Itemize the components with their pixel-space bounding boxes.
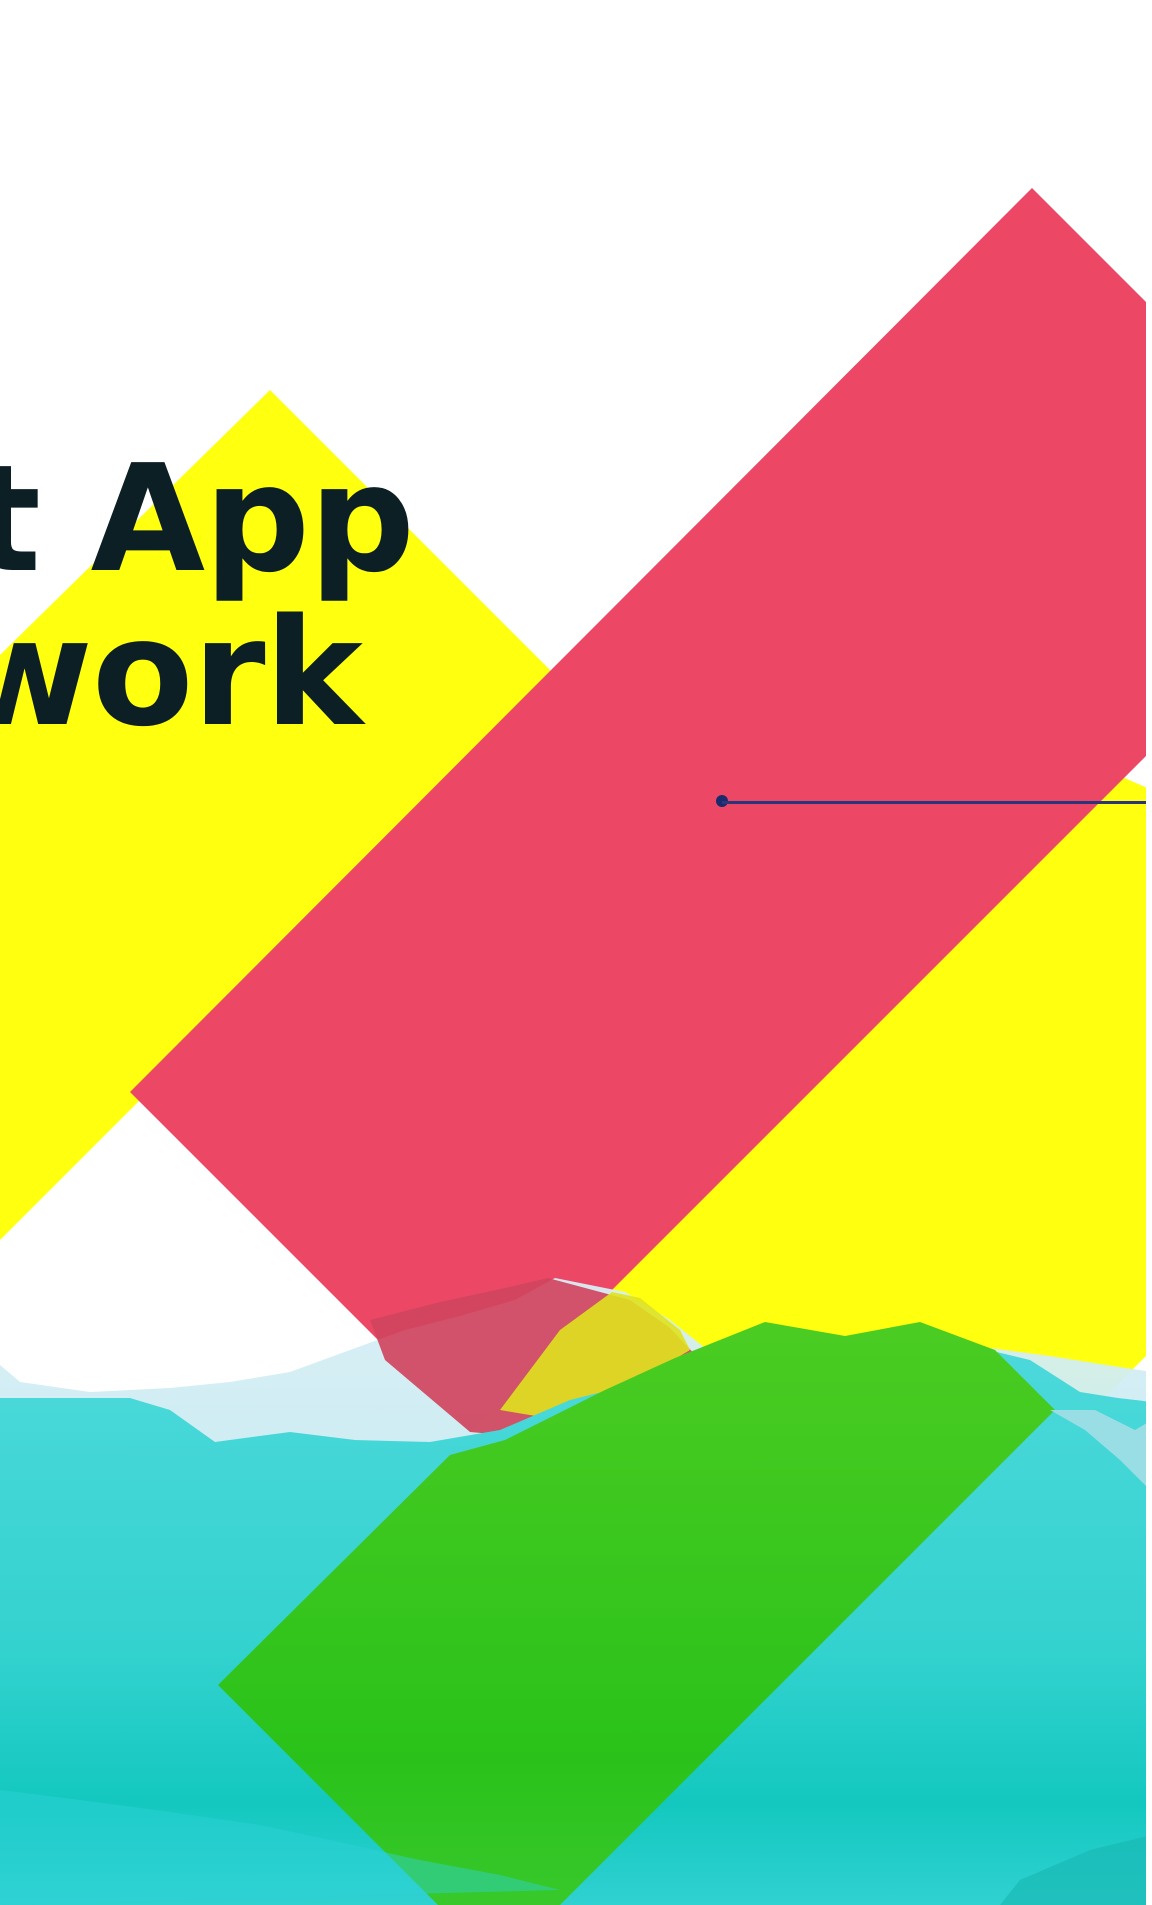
headline-line-2: work: [0, 587, 363, 759]
callout-line: [722, 801, 1152, 804]
headline-line-1: nt App: [0, 433, 415, 605]
background-artwork: [0, 0, 1152, 1905]
right-edge-strip: [1146, 0, 1152, 1905]
hero-illustration: nt App work: [0, 0, 1152, 1905]
